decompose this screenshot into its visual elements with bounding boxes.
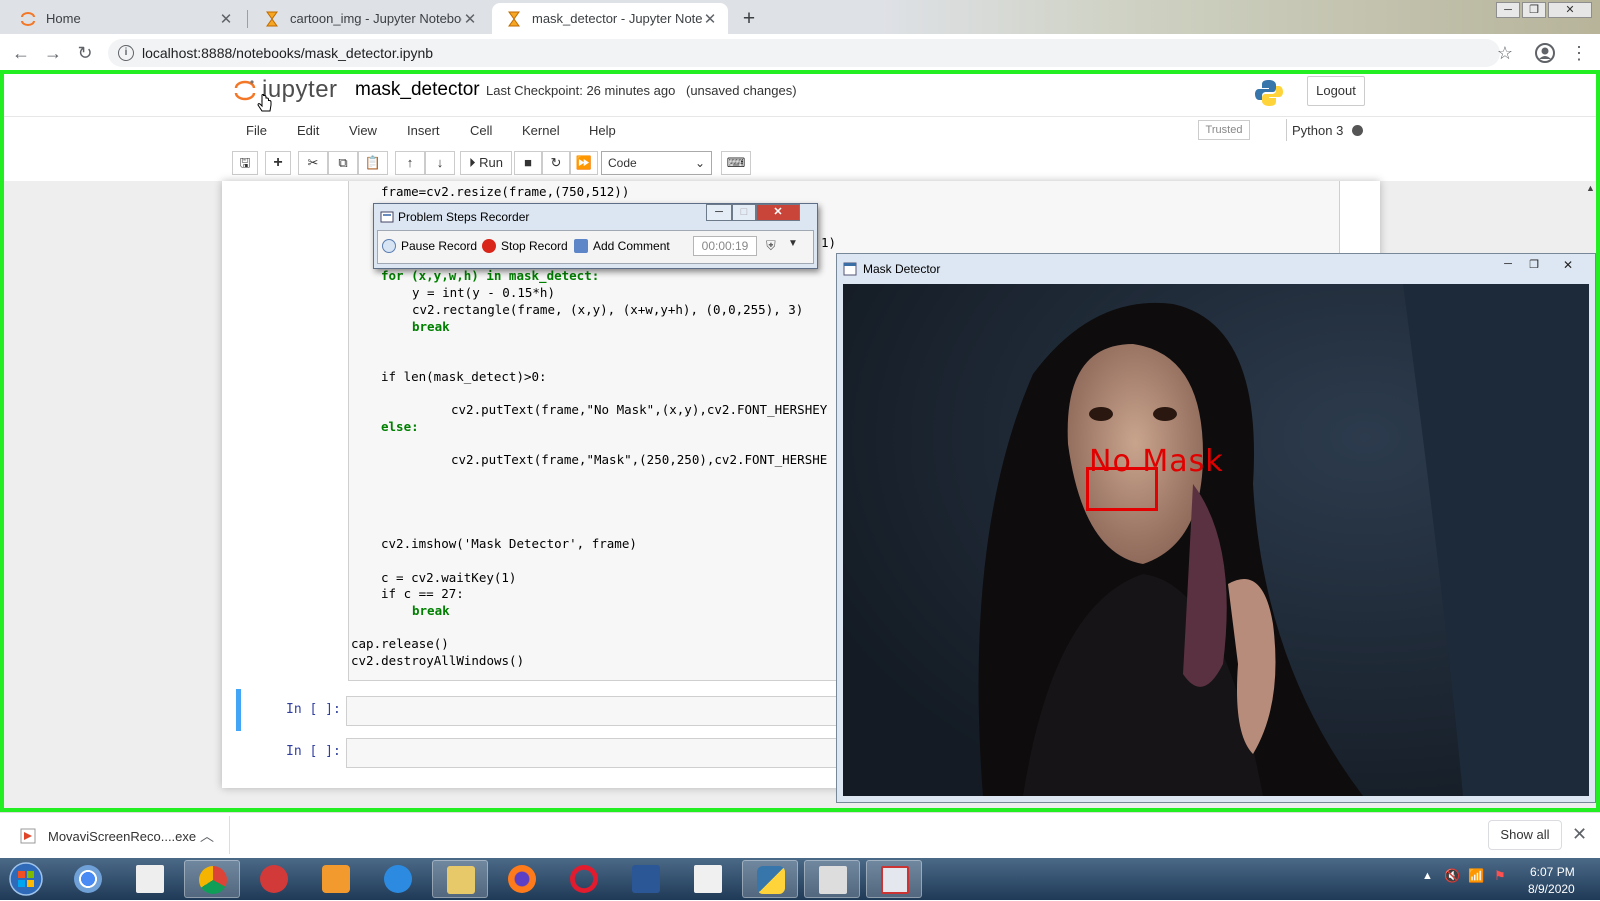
download-file-name[interactable]: MovaviScreenReco....exe [48, 829, 196, 844]
taskbar-firefox[interactable] [494, 860, 550, 898]
reload-icon[interactable]: ↻ [72, 40, 98, 66]
tab-label: mask_detector - Jupyter Noteboo [532, 11, 702, 26]
download-separator [229, 816, 230, 854]
show-all-button[interactable]: Show all [1488, 820, 1562, 850]
taskbar-chrome-alt[interactable] [60, 860, 116, 898]
taskbar-explorer[interactable] [432, 860, 488, 898]
forward-arrow-icon[interactable]: → [40, 40, 66, 66]
new-tab-button[interactable]: + [736, 6, 762, 32]
clock-date[interactable]: 8/9/2020 [1528, 882, 1575, 896]
minimize-icon[interactable]: ─ [1496, 2, 1520, 18]
info-icon[interactable]: i [118, 45, 134, 61]
taskbar-media[interactable] [308, 860, 364, 898]
url-text: localhost:8888/notebooks/mask_detector.i… [142, 45, 434, 61]
chrome-icon [199, 866, 227, 894]
browser-tab-strip: Home ✕ cartoon_img - Jupyter Notebook ✕ … [0, 0, 1600, 34]
windows-taskbar [0, 858, 1600, 900]
chrome-icon [74, 865, 102, 893]
tab-home[interactable]: Home ✕ [6, 3, 244, 34]
chevron-up-icon[interactable]: ︿ [200, 826, 214, 846]
hourglass-icon [266, 11, 278, 26]
action-center-flag-icon[interactable]: ⚑ [1494, 868, 1506, 884]
taskbar-word[interactable] [618, 860, 674, 898]
back-arrow-icon[interactable]: ← [8, 40, 34, 66]
volume-muted-icon[interactable]: 🔇 [1444, 868, 1460, 884]
window-icon [819, 866, 847, 894]
opera-icon [570, 865, 598, 893]
recorder-icon [881, 866, 909, 894]
media-player-icon [322, 865, 350, 893]
taskbar-notepad[interactable] [122, 860, 178, 898]
address-bar[interactable]: i localhost:8888/notebooks/mask_detector… [108, 39, 1500, 67]
document-icon [694, 865, 722, 893]
python-icon [757, 866, 785, 894]
recording-region-frame [0, 70, 1600, 812]
close-window-icon[interactable]: ✕ [1548, 2, 1592, 18]
taskbar-python[interactable] [742, 860, 798, 898]
tab-cartoon-img[interactable]: cartoon_img - Jupyter Notebook ✕ [250, 3, 488, 34]
taskbar-ie[interactable] [370, 860, 426, 898]
taskbar-app-red[interactable] [246, 860, 302, 898]
taskbar-opera[interactable] [556, 860, 612, 898]
folder-icon [447, 866, 475, 894]
network-signal-icon[interactable]: 📶 [1468, 868, 1484, 884]
word-icon [632, 865, 660, 893]
restore-icon[interactable]: ❐ [1522, 2, 1546, 18]
firefox-icon [508, 865, 536, 893]
account-icon[interactable] [1532, 40, 1558, 66]
taskbar-notepad-2[interactable] [680, 860, 736, 898]
close-icon[interactable]: ✕ [218, 10, 234, 28]
close-icon[interactable]: ✕ [1572, 824, 1587, 845]
movavi-file-icon [20, 828, 36, 844]
taskbar-window-app[interactable] [804, 860, 860, 898]
clock-time[interactable]: 6:07 PM [1530, 865, 1575, 879]
hourglass-icon [508, 11, 520, 26]
tab-mask-detector[interactable]: mask_detector - Jupyter Noteboo ✕ [492, 3, 728, 34]
tab-label: cartoon_img - Jupyter Notebook [290, 11, 462, 26]
close-icon[interactable]: ✕ [702, 10, 718, 28]
close-icon[interactable]: ✕ [462, 10, 478, 28]
bookmark-star-icon[interactable]: ☆ [1492, 40, 1518, 66]
download-bar [0, 812, 1600, 859]
document-icon [136, 865, 164, 893]
menu-kebab-icon[interactable]: ⋮ [1566, 40, 1592, 66]
app-icon [260, 865, 288, 893]
windows-orb-icon [9, 862, 43, 896]
taskbar-chrome[interactable] [184, 860, 240, 898]
show-hidden-icons-arrow-icon[interactable]: ▲ [1422, 870, 1433, 882]
internet-explorer-icon [384, 865, 412, 893]
start-button[interactable] [6, 860, 46, 898]
jupyter-icon [21, 11, 35, 26]
tab-separator [247, 10, 248, 28]
tab-label: Home [46, 11, 81, 26]
taskbar-steps-recorder[interactable] [866, 860, 922, 898]
browser-toolbar: ← → ↻ i localhost:8888/notebooks/mask_de… [0, 34, 1600, 71]
